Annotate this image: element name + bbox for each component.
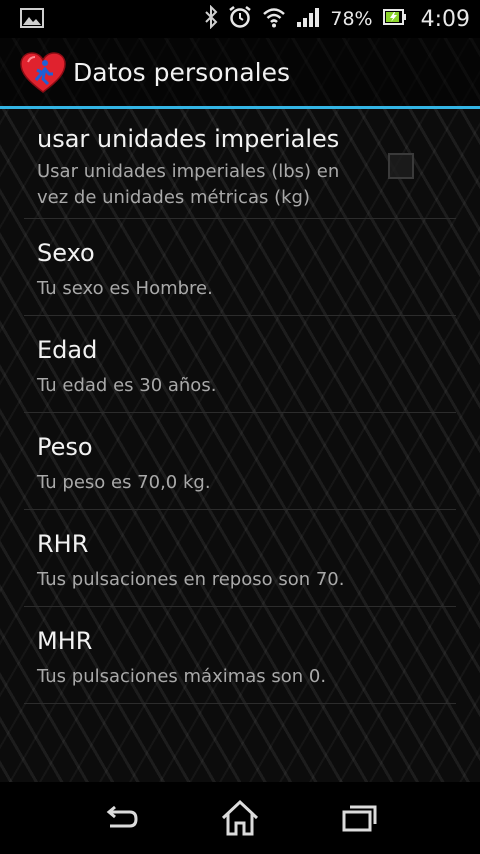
pref-title: Edad [37,336,98,364]
pref-summary: Tu edad es 30 años. [37,375,217,396]
pref-summary: Tus pulsaciones en reposo son 70. [37,569,345,590]
pref-summary: Tu peso es 70,0 kg. [37,472,211,493]
status-bar: 78% 4:09 [0,0,480,38]
pref-title: MHR [37,627,93,655]
battery-charging-icon [382,8,407,30]
heart-runner-icon[interactable] [20,52,66,98]
page-title: Datos personales [73,58,291,87]
pref-imperial-units[interactable]: usar unidades imperiales Usar unidades i… [24,109,456,219]
pref-summary: Usar unidades imperiales (lbs) en vez de… [37,161,340,208]
alarm-clock-icon [228,5,252,33]
battery-percent: 78% [330,8,373,30]
status-icons: 78% 4:09 [204,0,470,38]
preferences-list: usar unidades imperiales Usar unidades i… [0,109,480,704]
pref-title: Peso [37,433,93,461]
pref-sex[interactable]: Sexo Tu sexo es Hombre. [24,219,456,316]
back-icon[interactable] [100,798,140,842]
pref-mhr[interactable]: MHR Tus pulsaciones máximas son 0. [24,607,456,704]
imperial-units-checkbox[interactable] [388,153,414,179]
signal-icon [296,6,320,32]
screen: 78% 4:09 Datos personales usar unidades … [0,0,480,854]
navigation-bar [0,782,480,854]
bluetooth-icon [204,4,218,33]
action-bar: Datos personales [0,38,480,106]
wifi-icon [262,6,286,32]
pref-summary: Tu sexo es Hombre. [37,278,213,299]
image-notification-icon [20,8,44,32]
pref-weight[interactable]: Peso Tu peso es 70,0 kg. [24,413,456,510]
home-icon[interactable] [220,798,260,842]
recent-apps-icon[interactable] [340,798,380,842]
pref-title: Sexo [37,239,95,267]
pref-rhr[interactable]: RHR Tus pulsaciones en reposo son 70. [24,510,456,607]
status-clock: 4:09 [420,6,470,32]
pref-summary: Tus pulsaciones máximas son 0. [37,666,327,687]
pref-age[interactable]: Edad Tu edad es 30 años. [24,316,456,413]
pref-title: usar unidades imperiales [37,125,340,153]
pref-title: RHR [37,530,89,558]
